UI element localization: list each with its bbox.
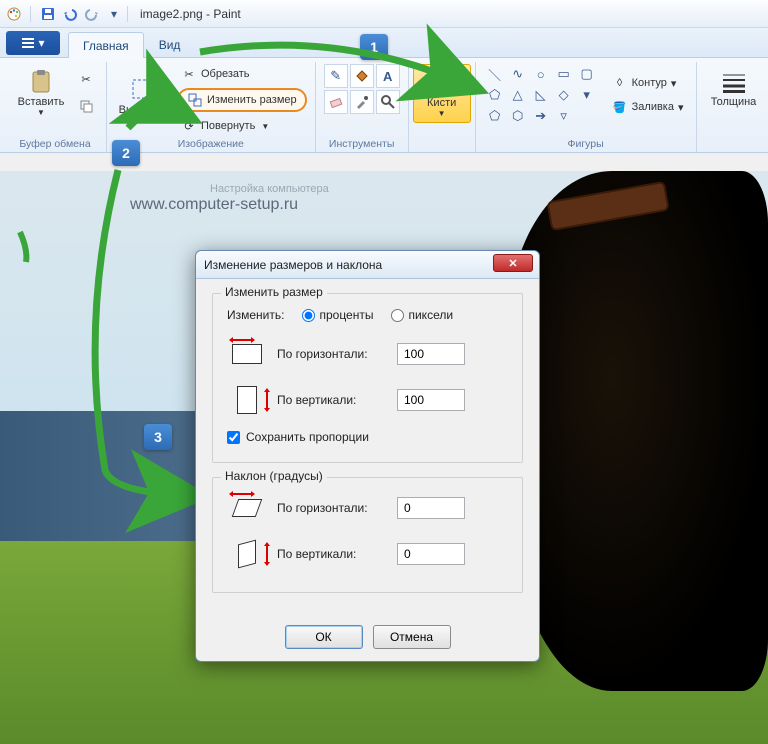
resize-horiz-label: По горизонтали: — [277, 347, 387, 361]
resize-legend: Изменить размер — [221, 285, 327, 299]
crop-button[interactable]: ✂Обрезать — [177, 64, 307, 84]
redo-button[interactable] — [83, 5, 101, 23]
titlebar: ▾ image2.png - Paint — [0, 0, 768, 28]
skew-vert-icon — [227, 538, 267, 570]
shape-right-triangle[interactable]: ◺ — [530, 85, 552, 105]
window-title: image2.png - Paint — [140, 7, 241, 21]
group-label-image: Изображение — [115, 136, 307, 150]
group-image: Выделить ▼ ✂Обрезать Изменить размер ⟳По… — [107, 62, 316, 152]
eraser-tool[interactable] — [324, 90, 348, 114]
radio-percent[interactable]: проценты — [302, 308, 373, 322]
size-button[interactable]: Толщина — [705, 64, 763, 112]
paste-button[interactable]: Вставить ▼ — [12, 64, 70, 121]
group-size: Толщина — [697, 62, 768, 152]
picker-tool[interactable] — [350, 90, 374, 114]
resize-skew-dialog: Изменение размеров и наклона ✕ Изменить … — [195, 250, 540, 662]
group-tools: ✎ A Инструменты — [316, 62, 409, 152]
save-button[interactable] — [39, 5, 57, 23]
select-button[interactable]: Выделить ▼ — [115, 72, 173, 129]
keep-ratio-checkbox[interactable] — [227, 431, 240, 444]
group-clipboard: Вставить ▼ ✂ Буфер обмена — [4, 62, 107, 152]
shapes-gallery[interactable]: ＼ ∿ ○ ▭ ▢ ⬠ △ ◺ ◇ ▾ ⬠ ⬡ ➔ ▿ — [484, 64, 598, 126]
step-badge-1: 1 — [360, 34, 388, 60]
pencil-tool[interactable]: ✎ — [324, 64, 348, 88]
group-label-clipboard: Буфер обмена — [12, 136, 98, 150]
resize-vert-input[interactable] — [397, 389, 465, 411]
step-badge-2: 2 — [112, 140, 140, 166]
shape-line[interactable]: ＼ — [484, 64, 506, 84]
watermark-subtitle: Настройка компьютера — [210, 183, 329, 195]
shape-roundrect[interactable]: ▢ — [576, 64, 598, 84]
skew-horiz-label: По горизонтали: — [277, 501, 387, 515]
shape-diamond[interactable]: ◇ — [553, 85, 575, 105]
skew-groupbox: Наклон (градусы) По горизонтали: По верт… — [212, 477, 523, 593]
rotate-button[interactable]: ⟳Повернуть▼ — [177, 116, 307, 136]
cut-button[interactable]: ✂ — [74, 70, 98, 90]
watermark-url: www.computer-setup.ru — [130, 196, 298, 214]
text-tool[interactable]: A — [376, 64, 400, 88]
dialog-titlebar[interactable]: Изменение размеров и наклона ✕ — [196, 251, 539, 279]
shape-oval[interactable]: ○ — [530, 64, 552, 84]
resize-by-label: Изменить: — [227, 308, 284, 322]
skew-vert-input[interactable] — [397, 543, 465, 565]
resize-button[interactable]: Изменить размер — [177, 88, 307, 112]
brushes-button[interactable]: Кисти ▼ — [413, 64, 471, 123]
shape-rect[interactable]: ▭ — [553, 64, 575, 84]
step-badge-3: 3 — [144, 424, 172, 450]
shape-polygon[interactable]: ⬠ — [484, 85, 506, 105]
shape-more[interactable]: ▿ — [553, 106, 575, 126]
ribbon: Вставить ▼ ✂ Буфер обмена Выделить ▼ ✂Об… — [0, 58, 768, 153]
dialog-close-button[interactable]: ✕ — [493, 254, 533, 272]
fill-tool[interactable] — [350, 64, 374, 88]
shape-curve[interactable]: ∿ — [507, 64, 529, 84]
keep-ratio-label: Сохранить пропорции — [246, 430, 369, 444]
skew-vert-label: По вертикали: — [277, 547, 387, 561]
paint-app-icon — [6, 6, 22, 22]
shape-triangle[interactable]: △ — [507, 85, 529, 105]
tab-view[interactable]: Вид — [144, 31, 196, 57]
shape-outline-button[interactable]: ◊Контур ▾ — [608, 73, 688, 93]
qat-dropdown[interactable]: ▾ — [105, 5, 123, 23]
cancel-button[interactable]: Отмена — [373, 625, 451, 649]
group-label-shapes: Фигуры — [484, 136, 688, 150]
resize-groupbox: Изменить размер Изменить: проценты пиксе… — [212, 293, 523, 463]
file-menu-button[interactable]: ▾ — [6, 31, 60, 55]
shape-hexagon[interactable]: ⬡ — [507, 106, 529, 126]
copy-button[interactable] — [74, 96, 98, 116]
resize-vert-icon — [227, 384, 267, 416]
quick-access-toolbar: ▾ — [26, 5, 123, 23]
group-shapes: ＼ ∿ ○ ▭ ▢ ⬠ △ ◺ ◇ ▾ ⬠ ⬡ ➔ ▿ ◊Контур ▾ 🪣З… — [476, 62, 697, 152]
shape-arrow-scroll[interactable]: ▾ — [576, 85, 598, 105]
undo-button[interactable] — [61, 5, 79, 23]
skew-horiz-input[interactable] — [397, 497, 465, 519]
dialog-title-text: Изменение размеров и наклона — [204, 258, 382, 272]
magnifier-tool[interactable] — [376, 90, 400, 114]
resize-horiz-icon — [227, 338, 267, 370]
ok-button[interactable]: ОК — [285, 625, 363, 649]
shape-pentagon[interactable]: ⬠ — [484, 106, 506, 126]
resize-vert-label: По вертикали: — [277, 393, 387, 407]
shape-arrow-right[interactable]: ➔ — [530, 106, 552, 126]
resize-horiz-input[interactable] — [397, 343, 465, 365]
shape-fill-button[interactable]: 🪣Заливка ▾ — [608, 97, 688, 117]
tab-home[interactable]: Главная — [68, 32, 144, 58]
radio-pixels[interactable]: пиксели — [391, 308, 453, 322]
skew-legend: Наклон (градусы) — [221, 469, 327, 483]
group-brushes: Кисти ▼ — [409, 62, 476, 152]
skew-horiz-icon — [227, 492, 267, 524]
group-label-tools: Инструменты — [324, 136, 400, 150]
